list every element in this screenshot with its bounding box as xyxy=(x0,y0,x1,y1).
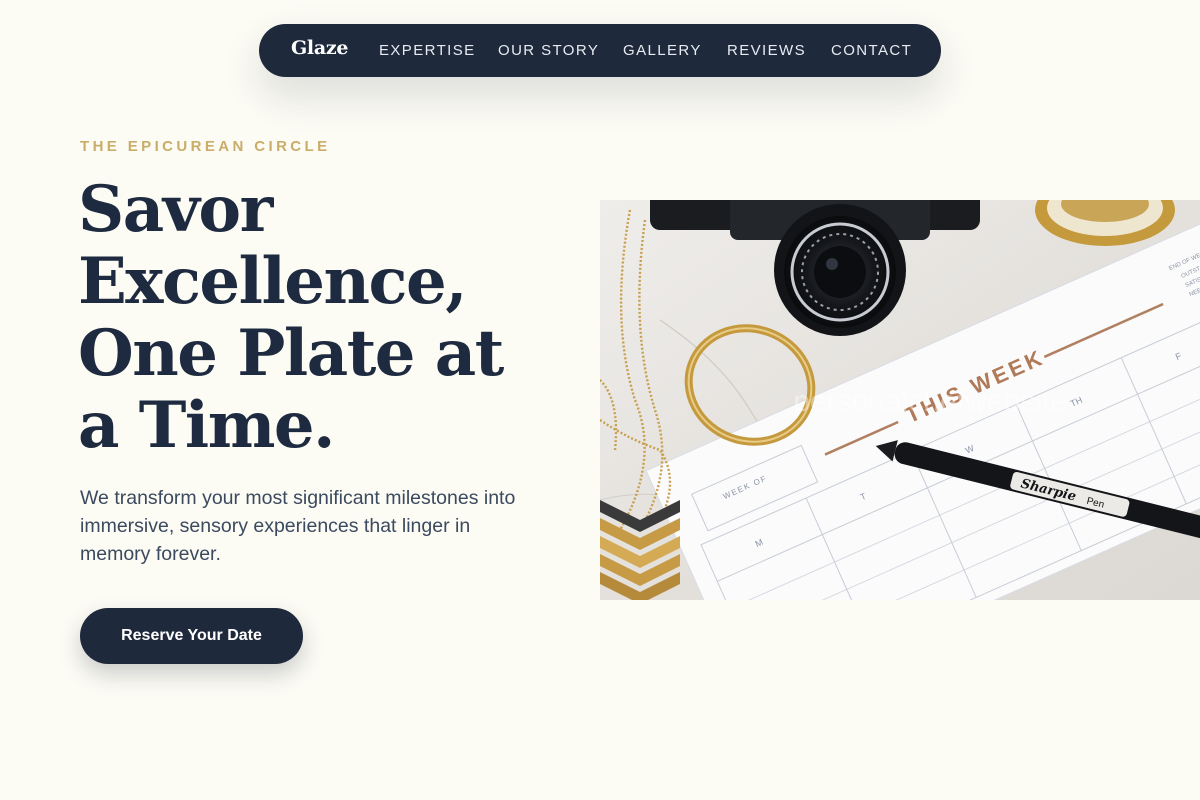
headline-line-2: Excellence, xyxy=(78,244,467,319)
planner-photo-illustration: WEEK OF THIS WEEK M T W TH F END OF WEEK… xyxy=(600,200,1200,600)
nav-link-contact[interactable]: CONTACT xyxy=(831,42,912,59)
nav-link-our-story[interactable]: OUR STORY xyxy=(498,42,599,59)
nav-link-gallery[interactable]: GALLERY xyxy=(623,42,702,59)
reserve-date-button[interactable]: Reserve Your Date xyxy=(80,608,303,664)
headline-line-1: Savor xyxy=(78,172,273,247)
hero-eyebrow: THE EPICUREAN CIRCLE xyxy=(80,138,331,155)
hero-subtext: We transform your most significant miles… xyxy=(80,487,516,565)
headline-line-3: One Plate at xyxy=(78,316,504,391)
top-nav: Glaze EXPERTISE OUR STORY GALLERY REVIEW… xyxy=(259,24,941,77)
hero-image: WEEK OF THIS WEEK M T W TH F END OF WEEK… xyxy=(600,200,1200,600)
nav-link-reviews[interactable]: REVIEWS xyxy=(727,42,806,59)
brand-logo[interactable]: Glaze xyxy=(291,37,348,59)
page: Glaze EXPERTISE OUR STORY GALLERY REVIEW… xyxy=(0,0,1200,800)
hero-headline: Savor Excellence, One Plate at a Time. xyxy=(78,174,558,462)
nav-link-expertise[interactable]: EXPERTISE xyxy=(379,42,476,59)
headline-line-4: a Time. xyxy=(78,388,335,463)
